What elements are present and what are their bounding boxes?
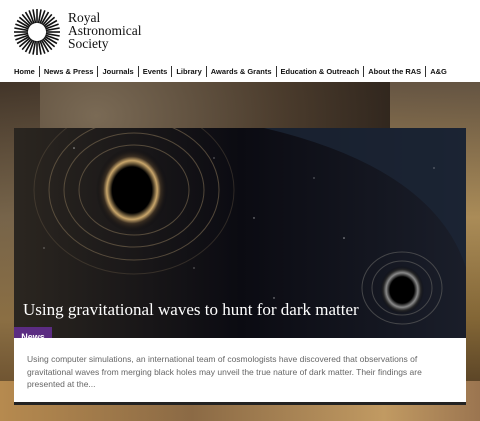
site-logo-text[interactable]: Royal Astronomical Society — [68, 11, 142, 51]
nav-item-journals[interactable]: Journals — [97, 65, 137, 77]
logo-line-3: Society — [68, 36, 109, 51]
feature-summary: Using computer simulations, an internati… — [27, 354, 422, 389]
main-nav: Home News & Press Journals Events Librar… — [10, 63, 451, 79]
feature-card-body: Using computer simulations, an internati… — [14, 338, 466, 405]
feature-image-black-holes[interactable]: Using gravitational waves to hunt for da… — [14, 128, 466, 338]
nav-item-events[interactable]: Events — [137, 65, 172, 77]
nav-item-about-ras[interactable]: About the RAS — [363, 65, 425, 77]
site-header: Royal Astronomical Society — [0, 0, 480, 62]
feature-card[interactable]: Using gravitational waves to hunt for da… — [14, 128, 466, 405]
nav-item-home[interactable]: Home — [10, 66, 39, 77]
nav-item-library[interactable]: Library — [171, 65, 205, 77]
nav-item-news-press[interactable]: News & Press — [38, 65, 98, 77]
nav-item-education-outreach[interactable]: Education & Outreach — [275, 65, 364, 77]
sun-rays-icon[interactable] — [13, 8, 61, 56]
feature-headline[interactable]: Using gravitational waves to hunt for da… — [23, 300, 359, 320]
nav-item-ag[interactable]: A&G — [425, 65, 451, 77]
nav-item-awards-grants[interactable]: Awards & Grants — [205, 65, 276, 77]
